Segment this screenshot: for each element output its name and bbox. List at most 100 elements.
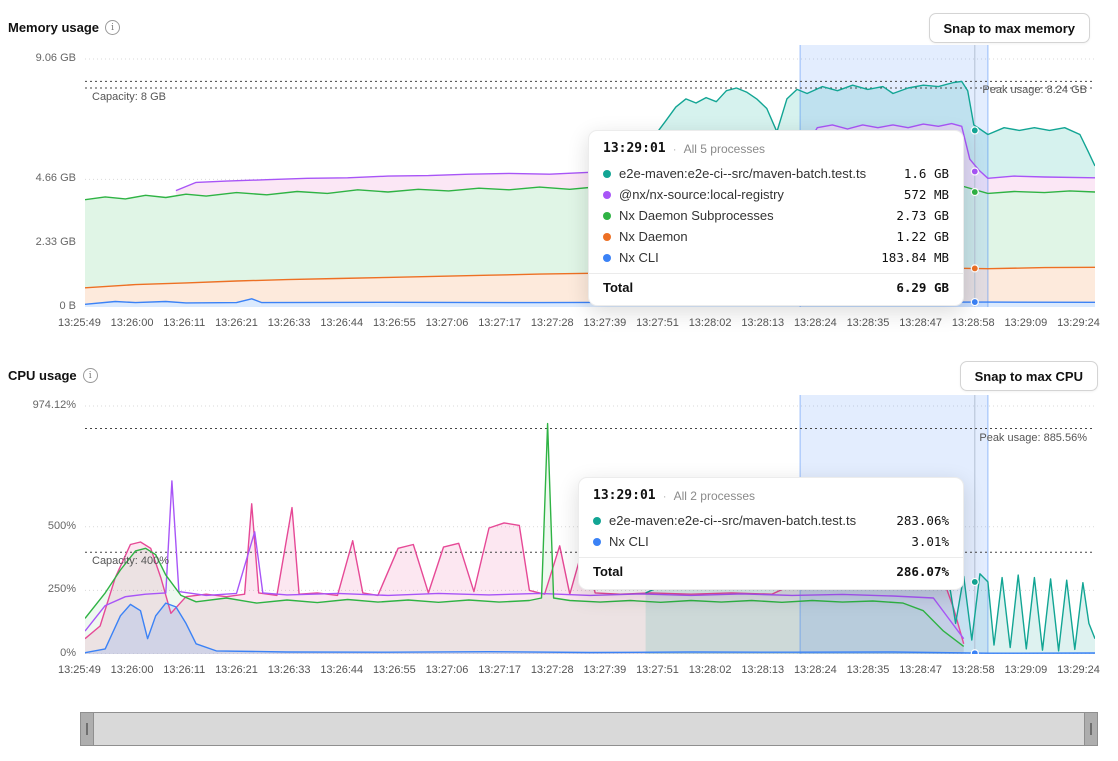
y-axis-tick-label: 500%: [48, 520, 76, 532]
x-axis-tick-label: 13:26:00: [111, 317, 154, 329]
timeline-scrollbar[interactable]: [80, 712, 1098, 746]
x-axis-tick-label: 13:27:51: [636, 317, 679, 329]
x-axis-tick-label: 13:26:44: [320, 317, 363, 329]
x-axis-tick-label: 13:25:49: [58, 664, 101, 676]
process-name: Nx Daemon: [619, 229, 888, 244]
scrollbar-track[interactable]: [94, 713, 1084, 745]
tooltip-header: 13:29:01 · All 2 processes: [579, 478, 963, 510]
cpu-tooltip: 13:29:01 · All 2 processes e2e-maven:e2e…: [578, 477, 964, 590]
x-axis-tick-label: 13:26:55: [373, 317, 416, 329]
tooltip-time: 13:29:01: [603, 141, 666, 156]
y-axis-tick-label: 250%: [48, 583, 76, 595]
x-axis-tick-label: 13:26:21: [215, 664, 258, 676]
x-axis-tick-label: 13:28:02: [689, 317, 732, 329]
process-name: Nx CLI: [619, 250, 873, 265]
x-axis-tick-label: 13:29:09: [1004, 664, 1047, 676]
tooltip-total-label: Total: [603, 280, 633, 295]
process-name: Nx CLI: [609, 534, 903, 549]
memory-tooltip: 13:29:01 · All 5 processes e2e-maven:e2e…: [588, 130, 964, 306]
tooltip-rows: e2e-maven:e2e-ci--src/maven-batch.test.t…: [589, 163, 963, 268]
process-name: e2e-maven:e2e-ci--src/maven-batch.test.t…: [609, 513, 888, 528]
cpu-y-axis-labels: 974.12%500%250%0%: [0, 395, 80, 654]
x-axis-tick-label: 13:27:51: [636, 664, 679, 676]
info-icon[interactable]: [83, 368, 98, 383]
x-axis-tick-label: 13:27:39: [583, 664, 626, 676]
x-axis-tick-label: 13:26:11: [163, 664, 205, 676]
reference-line-label: Peak usage: 885.56%: [979, 432, 1087, 444]
process-value: 283.06%: [896, 513, 949, 528]
tooltip-row: @nx/nx-source:local-registry 572 MB: [589, 184, 963, 205]
y-axis-tick-label: 4.66 GB: [36, 172, 76, 184]
x-axis-tick-label: 13:28:13: [741, 664, 784, 676]
x-axis-tick-label: 13:28:47: [899, 664, 942, 676]
x-axis-tick-label: 13:25:49: [58, 317, 101, 329]
reference-line-label: Peak usage: 8.24 GB: [982, 84, 1087, 96]
y-axis-tick-label: 0%: [60, 647, 76, 659]
tooltip-time: 13:29:01: [593, 488, 656, 503]
series-color-dot: [593, 538, 601, 546]
x-axis-tick-label: 13:26:00: [111, 664, 154, 676]
memory-x-axis-labels: 13:25:4913:26:0013:26:1113:26:2113:26:33…: [58, 317, 1100, 329]
x-axis-tick-label: 13:28:24: [794, 664, 837, 676]
x-axis-tick-label: 13:28:35: [847, 664, 890, 676]
x-axis-tick-label: 13:26:11: [163, 317, 205, 329]
tooltip-separator: ·: [673, 142, 677, 156]
tooltip-subtitle: All 5 processes: [684, 142, 765, 156]
tooltip-total-value: 6.29 GB: [896, 280, 949, 295]
process-name: @nx/nx-source:local-registry: [619, 187, 896, 202]
process-value: 1.22 GB: [896, 229, 949, 244]
process-name: Nx Daemon Subprocesses: [619, 208, 888, 223]
x-axis-tick-label: 13:27:39: [583, 317, 626, 329]
y-axis-tick-label: 0 B: [59, 300, 76, 312]
x-axis-tick-label: 13:28:58: [952, 317, 995, 329]
process-value: 183.84 MB: [881, 250, 949, 265]
cpu-usage-title: CPU usage: [8, 368, 98, 383]
process-value: 2.73 GB: [896, 208, 949, 223]
reference-line-label: Capacity: 400%: [92, 555, 169, 567]
memory-y-axis-labels: 9.06 GB4.66 GB2.33 GB0 B: [0, 45, 80, 307]
x-axis-tick-label: 13:28:02: [689, 664, 732, 676]
y-axis-tick-label: 974.12%: [33, 399, 76, 411]
y-axis-tick-label: 2.33 GB: [36, 236, 76, 248]
process-name: e2e-maven:e2e-ci--src/maven-batch.test.t…: [619, 166, 896, 181]
x-axis-tick-label: 13:28:13: [741, 317, 784, 329]
tooltip-total-label: Total: [593, 564, 623, 579]
series-color-dot: [603, 170, 611, 178]
snap-to-max-memory-button[interactable]: Snap to max memory: [929, 13, 1091, 43]
cpu-usage-label: CPU usage: [8, 368, 77, 383]
x-axis-tick-label: 13:26:55: [373, 664, 416, 676]
y-axis-tick-label: 9.06 GB: [36, 52, 76, 64]
x-axis-tick-label: 13:27:28: [531, 317, 574, 329]
x-axis-tick-label: 13:27:17: [478, 664, 521, 676]
x-axis-tick-label: 13:28:47: [899, 317, 942, 329]
tooltip-total-row: Total 6.29 GB: [589, 273, 963, 299]
scrollbar-right-handle[interactable]: [1084, 713, 1097, 745]
scrollbar-left-handle[interactable]: [81, 713, 94, 745]
grip-icon: [86, 723, 88, 735]
tooltip-subtitle: All 2 processes: [674, 489, 755, 503]
tooltip-row: Nx Daemon Subprocesses 2.73 GB: [589, 205, 963, 226]
process-value: 1.6 GB: [904, 166, 949, 181]
x-axis-tick-label: 13:28:58: [952, 664, 995, 676]
x-axis-tick-label: 13:29:09: [1004, 317, 1047, 329]
memory-usage-label: Memory usage: [8, 20, 99, 35]
x-axis-tick-label: 13:27:06: [426, 317, 469, 329]
process-value: 3.01%: [911, 534, 949, 549]
x-axis-tick-label: 13:27:06: [426, 664, 469, 676]
info-icon[interactable]: [105, 20, 120, 35]
series-color-dot: [603, 191, 611, 199]
x-axis-tick-label: 13:29:24: [1057, 317, 1100, 329]
nx-profiler-page: { "memory_section": { "title": "Memory u…: [0, 0, 1118, 761]
x-axis-tick-label: 13:28:24: [794, 317, 837, 329]
reference-line-label: Capacity: 8 GB: [92, 91, 166, 103]
memory-usage-title: Memory usage: [8, 20, 120, 35]
cpu-x-axis-labels: 13:25:4913:26:0013:26:1113:26:2113:26:33…: [58, 664, 1100, 676]
tooltip-row: Nx Daemon 1.22 GB: [589, 226, 963, 247]
snap-to-max-cpu-button[interactable]: Snap to max CPU: [960, 361, 1098, 391]
tooltip-row: Nx CLI 183.84 MB: [589, 247, 963, 268]
process-value: 572 MB: [904, 187, 949, 202]
series-color-dot: [603, 212, 611, 220]
x-axis-tick-label: 13:29:24: [1057, 664, 1100, 676]
x-axis-tick-label: 13:26:44: [320, 664, 363, 676]
tooltip-rows: e2e-maven:e2e-ci--src/maven-batch.test.t…: [579, 510, 963, 552]
